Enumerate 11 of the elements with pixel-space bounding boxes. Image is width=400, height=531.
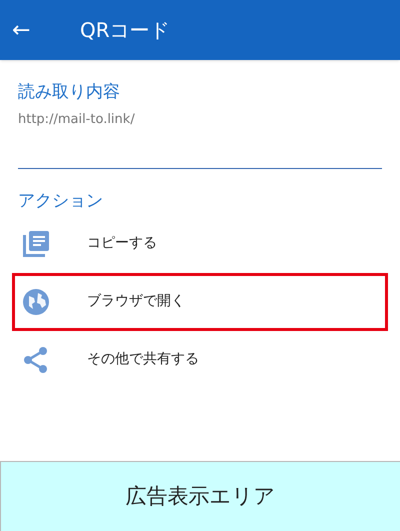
scanned-url: http://mail-to.link/ bbox=[18, 111, 136, 129]
section-label: 読み取り内容 bbox=[18, 81, 121, 104]
ad-text: 広告表示エリア bbox=[126, 482, 276, 510]
back-button[interactable]: ← bbox=[0, 14, 60, 46]
action-item[interactable]: ブラウザで開く bbox=[12, 272, 388, 330]
section-label: アクション bbox=[18, 190, 104, 212]
document-stack-icon bbox=[21, 228, 51, 258]
action-item[interactable]: その他で共有する bbox=[12, 330, 388, 388]
globe-icon bbox=[21, 286, 51, 316]
app-title: QRコード bbox=[80, 17, 170, 44]
action-item[interactable]: コピーする bbox=[12, 214, 388, 272]
